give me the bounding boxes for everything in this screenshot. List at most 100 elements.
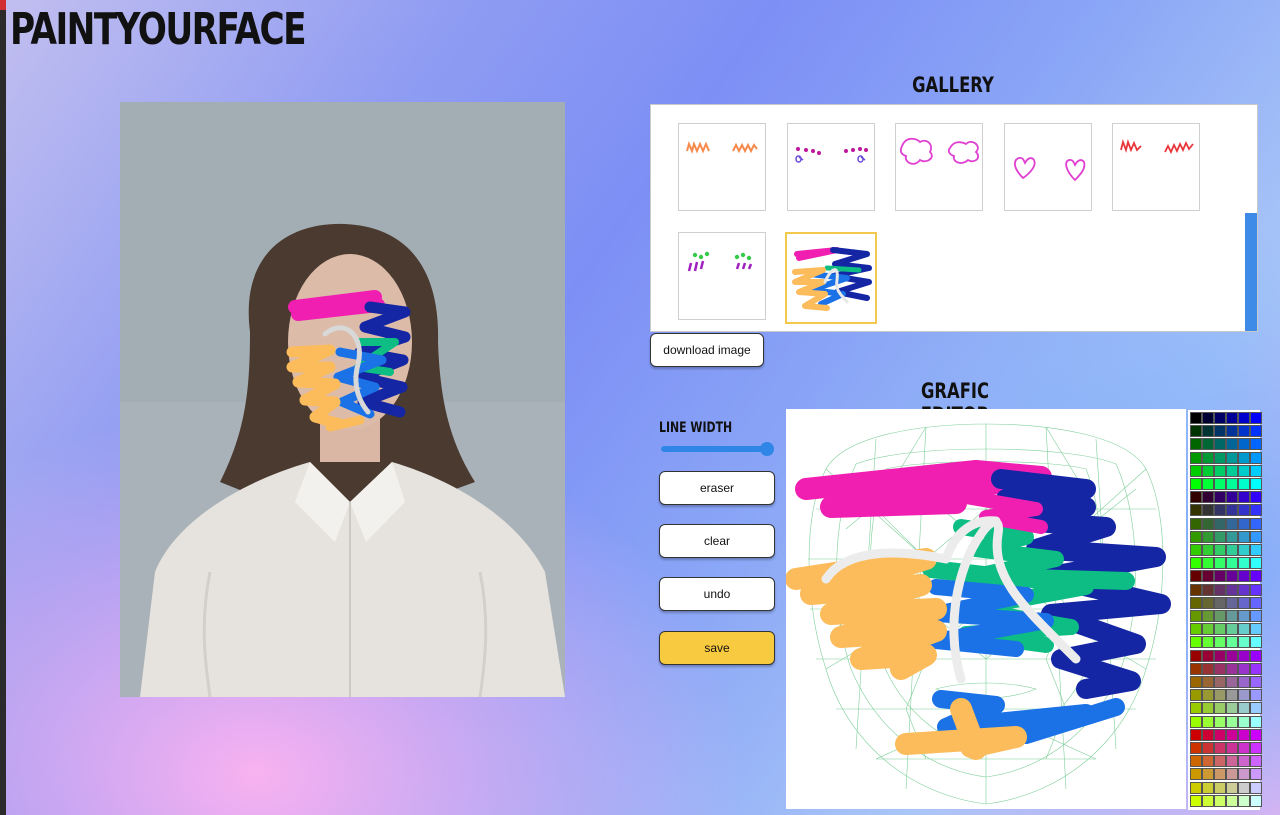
- color-swatch[interactable]: [1250, 478, 1262, 490]
- color-swatch[interactable]: [1202, 728, 1214, 741]
- color-swatch[interactable]: [1250, 570, 1262, 583]
- color-swatch[interactable]: [1226, 623, 1238, 636]
- color-swatch[interactable]: [1250, 794, 1262, 807]
- color-swatch[interactable]: [1214, 412, 1226, 424]
- color-swatch[interactable]: [1190, 623, 1202, 636]
- color-swatch[interactable]: [1190, 438, 1202, 451]
- color-swatch[interactable]: [1226, 544, 1238, 556]
- gallery-thumb-purple-dots[interactable]: [787, 123, 875, 211]
- color-swatch[interactable]: [1250, 676, 1262, 688]
- color-swatch[interactable]: [1250, 557, 1262, 570]
- color-swatch[interactable]: [1190, 412, 1202, 424]
- color-swatch[interactable]: [1202, 517, 1214, 530]
- color-swatch[interactable]: [1250, 438, 1262, 451]
- color-swatch[interactable]: [1190, 570, 1202, 583]
- color-swatch[interactable]: [1202, 715, 1214, 728]
- color-swatch[interactable]: [1226, 662, 1238, 675]
- color-swatch[interactable]: [1226, 794, 1238, 807]
- color-swatch[interactable]: [1214, 728, 1226, 741]
- color-swatch[interactable]: [1238, 557, 1250, 570]
- color-swatch[interactable]: [1250, 464, 1262, 477]
- color-swatch[interactable]: [1250, 768, 1262, 781]
- color-swatch[interactable]: [1238, 755, 1250, 768]
- gallery-thumb-orange-lashes[interactable]: [678, 123, 766, 211]
- color-swatch[interactable]: [1250, 517, 1262, 530]
- color-swatch[interactable]: [1226, 570, 1238, 583]
- color-swatch[interactable]: [1238, 570, 1250, 583]
- color-swatch[interactable]: [1214, 662, 1226, 675]
- color-swatch[interactable]: [1202, 557, 1214, 570]
- color-swatch[interactable]: [1226, 689, 1238, 702]
- eraser-button[interactable]: eraser: [659, 471, 775, 505]
- color-swatch[interactable]: [1190, 636, 1202, 649]
- color-swatch[interactable]: [1250, 530, 1262, 543]
- color-swatch[interactable]: [1214, 702, 1226, 715]
- color-swatch[interactable]: [1214, 438, 1226, 451]
- color-swatch[interactable]: [1250, 689, 1262, 702]
- color-swatch[interactable]: [1238, 728, 1250, 741]
- color-swatch[interactable]: [1250, 702, 1262, 715]
- color-swatch[interactable]: [1238, 464, 1250, 477]
- color-swatch[interactable]: [1238, 689, 1250, 702]
- color-swatch[interactable]: [1202, 794, 1214, 807]
- color-swatch[interactable]: [1226, 742, 1238, 754]
- color-swatch[interactable]: [1214, 478, 1226, 490]
- color-swatch[interactable]: [1214, 623, 1226, 636]
- color-swatch[interactable]: [1214, 715, 1226, 728]
- color-swatch[interactable]: [1250, 742, 1262, 754]
- color-swatch[interactable]: [1226, 425, 1238, 438]
- color-swatch[interactable]: [1202, 742, 1214, 754]
- save-button[interactable]: save: [659, 631, 775, 665]
- color-swatch[interactable]: [1190, 583, 1202, 596]
- undo-button[interactable]: undo: [659, 577, 775, 611]
- color-swatch[interactable]: [1238, 596, 1250, 609]
- color-swatch[interactable]: [1226, 491, 1238, 504]
- color-swatch[interactable]: [1250, 412, 1262, 424]
- gallery-thumb-pink-clouds[interactable]: [895, 123, 983, 211]
- color-swatch[interactable]: [1202, 649, 1214, 662]
- color-swatch[interactable]: [1214, 464, 1226, 477]
- color-swatch[interactable]: [1202, 623, 1214, 636]
- color-swatch[interactable]: [1202, 755, 1214, 768]
- color-swatch[interactable]: [1226, 478, 1238, 490]
- color-swatch[interactable]: [1190, 491, 1202, 504]
- color-swatch[interactable]: [1226, 438, 1238, 451]
- color-swatch[interactable]: [1190, 557, 1202, 570]
- color-swatch[interactable]: [1226, 596, 1238, 609]
- color-swatch[interactable]: [1238, 715, 1250, 728]
- color-swatch[interactable]: [1238, 794, 1250, 807]
- color-swatch[interactable]: [1202, 768, 1214, 781]
- color-swatch[interactable]: [1226, 530, 1238, 543]
- color-swatch[interactable]: [1238, 451, 1250, 464]
- color-swatch[interactable]: [1214, 768, 1226, 781]
- color-swatch[interactable]: [1226, 702, 1238, 715]
- color-swatch[interactable]: [1190, 517, 1202, 530]
- color-swatch[interactable]: [1190, 794, 1202, 807]
- color-swatch[interactable]: [1190, 425, 1202, 438]
- color-swatch[interactable]: [1250, 610, 1262, 622]
- color-swatch[interactable]: [1238, 544, 1250, 556]
- color-swatch[interactable]: [1202, 491, 1214, 504]
- color-swatch[interactable]: [1190, 662, 1202, 675]
- color-swatch[interactable]: [1238, 412, 1250, 424]
- color-swatch[interactable]: [1250, 491, 1262, 504]
- color-swatch[interactable]: [1250, 715, 1262, 728]
- color-swatch[interactable]: [1214, 742, 1226, 754]
- color-swatch[interactable]: [1214, 425, 1226, 438]
- color-swatch[interactable]: [1238, 425, 1250, 438]
- color-swatch[interactable]: [1238, 504, 1250, 517]
- color-swatch[interactable]: [1190, 504, 1202, 517]
- color-swatch[interactable]: [1250, 451, 1262, 464]
- color-swatch[interactable]: [1238, 623, 1250, 636]
- color-swatch[interactable]: [1238, 610, 1250, 622]
- color-swatch[interactable]: [1250, 583, 1262, 596]
- color-swatch[interactable]: [1226, 504, 1238, 517]
- color-swatch[interactable]: [1226, 636, 1238, 649]
- color-swatch[interactable]: [1214, 755, 1226, 768]
- color-swatch[interactable]: [1226, 755, 1238, 768]
- color-swatch[interactable]: [1202, 438, 1214, 451]
- color-swatch[interactable]: [1202, 689, 1214, 702]
- color-swatch[interactable]: [1202, 636, 1214, 649]
- color-swatch[interactable]: [1190, 728, 1202, 741]
- color-swatch[interactable]: [1226, 768, 1238, 781]
